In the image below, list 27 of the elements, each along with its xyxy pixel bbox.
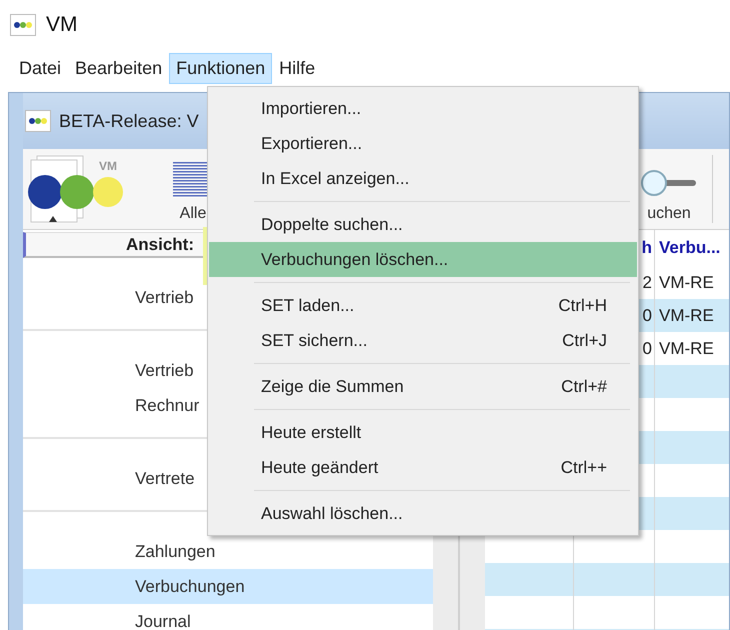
column-header[interactable]: Verbu... — [655, 230, 729, 266]
app-icon — [10, 14, 36, 36]
table-cell-text: VM-RE — [658, 304, 715, 326]
menu-entry[interactable]: In Excel anzeigen... — [209, 161, 637, 196]
window-title: VM — [46, 13, 78, 37]
menu-entry[interactable]: Importieren... — [209, 91, 637, 126]
sidebar-item[interactable]: Verbuchungen — [23, 569, 433, 604]
menu-entry[interactable]: Verbuchungen löschen... — [209, 242, 637, 277]
sidebar-item[interactable]: Journal — [23, 604, 433, 630]
table-cell-text: VM-RE — [658, 338, 715, 360]
menu-entry[interactable]: Heute erstellt — [209, 415, 637, 450]
menu-entry[interactable]: Zeige die Summen Ctrl+# — [209, 369, 637, 404]
caret-icon — [49, 216, 57, 222]
menu-item[interactable]: Bearbeiten — [68, 52, 170, 84]
sidebar-item[interactable]: Zahlungen — [23, 534, 433, 569]
menu-item[interactable]: Funktionen — [169, 52, 272, 84]
menu-item[interactable]: Hilfe — [272, 52, 322, 84]
logo-text: VM — [99, 159, 117, 173]
app-icon — [25, 110, 51, 132]
table-cell-text: VM-RE — [658, 272, 715, 294]
menu-entry[interactable]: Heute geändert Ctrl++ — [209, 450, 637, 485]
search-icon — [640, 169, 698, 199]
toolbar-button[interactable]: uchen — [638, 149, 700, 229]
child-window-title: BETA-Release: V — [59, 110, 199, 132]
menu-entry[interactable]: Auswahl löschen... — [209, 496, 637, 531]
menu-entry[interactable]: Exportieren... — [209, 126, 637, 161]
menu-item[interactable]: Datei — [12, 52, 68, 84]
